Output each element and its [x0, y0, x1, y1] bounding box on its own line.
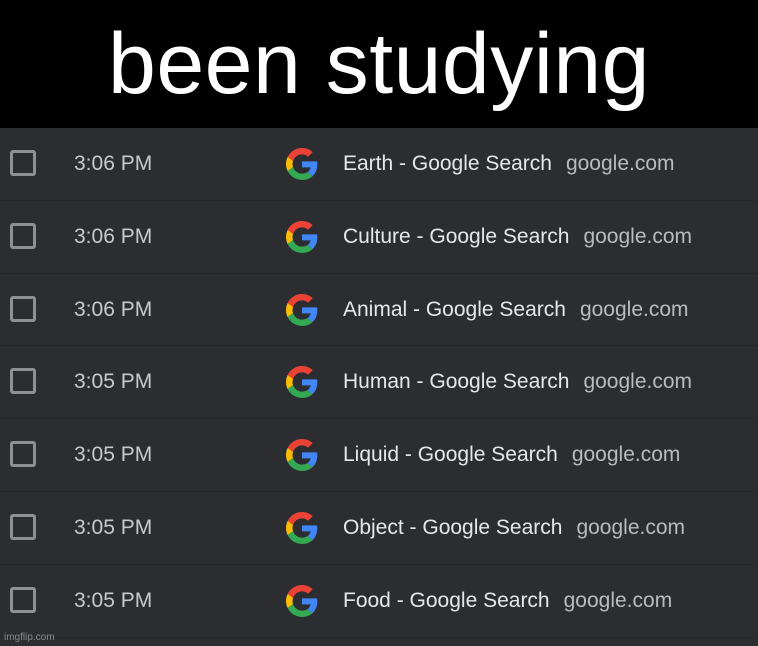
history-row[interactable]: 3:06 PM Culture - Google Search google.co…: [0, 201, 758, 274]
row-checkbox[interactable]: [10, 586, 36, 613]
page-title[interactable]: Object - Google Search: [343, 516, 562, 539]
visit-time: 3:06 PM: [74, 152, 153, 175]
history-entry-link[interactable]: Food - Google Search google.com: [343, 565, 672, 639]
history-row[interactable]: 3:05 PM Object - Google Search google.com: [0, 492, 758, 565]
history-row[interactable]: 3:06 PM Earth - Google Search google.com: [0, 128, 758, 201]
row-checkbox[interactable]: [10, 441, 36, 468]
meme-caption: been studying: [0, 0, 758, 128]
history-entry-link[interactable]: Animal - Google Search google.com: [343, 274, 689, 348]
page-title[interactable]: Earth - Google Search: [343, 152, 552, 175]
visit-time: 3:06 PM: [74, 297, 153, 321]
history-entry-link[interactable]: Human - Google Search google.com: [343, 346, 692, 420]
page-domain: google.com: [583, 224, 693, 248]
google-icon: [286, 584, 318, 617]
history-entry-link[interactable]: Object - Google Search google.com: [343, 492, 685, 566]
page-domain: google.com: [576, 515, 686, 539]
row-checkbox[interactable]: [10, 295, 36, 322]
row-checkbox[interactable]: [10, 222, 36, 249]
visit-time: 3:06 PM: [74, 224, 153, 248]
history-entry-link[interactable]: Culture - Google Search google.com: [343, 201, 692, 275]
history-row[interactable]: 3:05 PM Liquid - Google Search google.com: [0, 419, 758, 492]
page-title[interactable]: Culture - Google Search: [343, 225, 569, 248]
visit-time: 3:05 PM: [74, 515, 153, 539]
google-icon: [286, 439, 318, 472]
page-domain: google.com: [583, 370, 693, 394]
page-title[interactable]: Food - Google Search: [343, 589, 550, 612]
google-icon: [286, 366, 318, 399]
history-row[interactable]: 3:05 PM Food - Google Search google.com: [0, 565, 758, 638]
google-icon: [286, 293, 318, 326]
history-entry-link[interactable]: Liquid - Google Search google.com: [343, 419, 680, 493]
imgflip-watermark: imgflip.com: [4, 632, 55, 643]
history-entry-link[interactable]: Earth - Google Search google.com: [343, 128, 675, 202]
page-title[interactable]: Human - Google Search: [343, 370, 569, 393]
page-domain: google.com: [579, 297, 689, 321]
google-icon: [286, 511, 318, 544]
row-checkbox[interactable]: [10, 513, 36, 540]
page-title[interactable]: Animal - Google Search: [343, 298, 566, 321]
page-domain: google.com: [565, 152, 675, 175]
history-row[interactable]: 3:05 PM Human - Google Search google.com: [0, 346, 758, 420]
history-row[interactable]: 3:06 PM Animal - Google Search google.com: [0, 274, 758, 347]
google-icon: [286, 220, 318, 253]
page-domain: google.com: [563, 588, 673, 612]
visit-time: 3:05 PM: [74, 370, 153, 394]
visit-time: 3:05 PM: [74, 588, 153, 612]
google-icon: [286, 148, 318, 180]
row-checkbox[interactable]: [10, 150, 36, 176]
visit-time: 3:05 PM: [74, 443, 153, 467]
row-checkbox[interactable]: [10, 368, 36, 395]
page-title[interactable]: Liquid - Google Search: [343, 443, 558, 466]
history-list: 3:06 PM Earth - Google Search google.com …: [0, 128, 758, 646]
page-domain: google.com: [571, 443, 681, 467]
